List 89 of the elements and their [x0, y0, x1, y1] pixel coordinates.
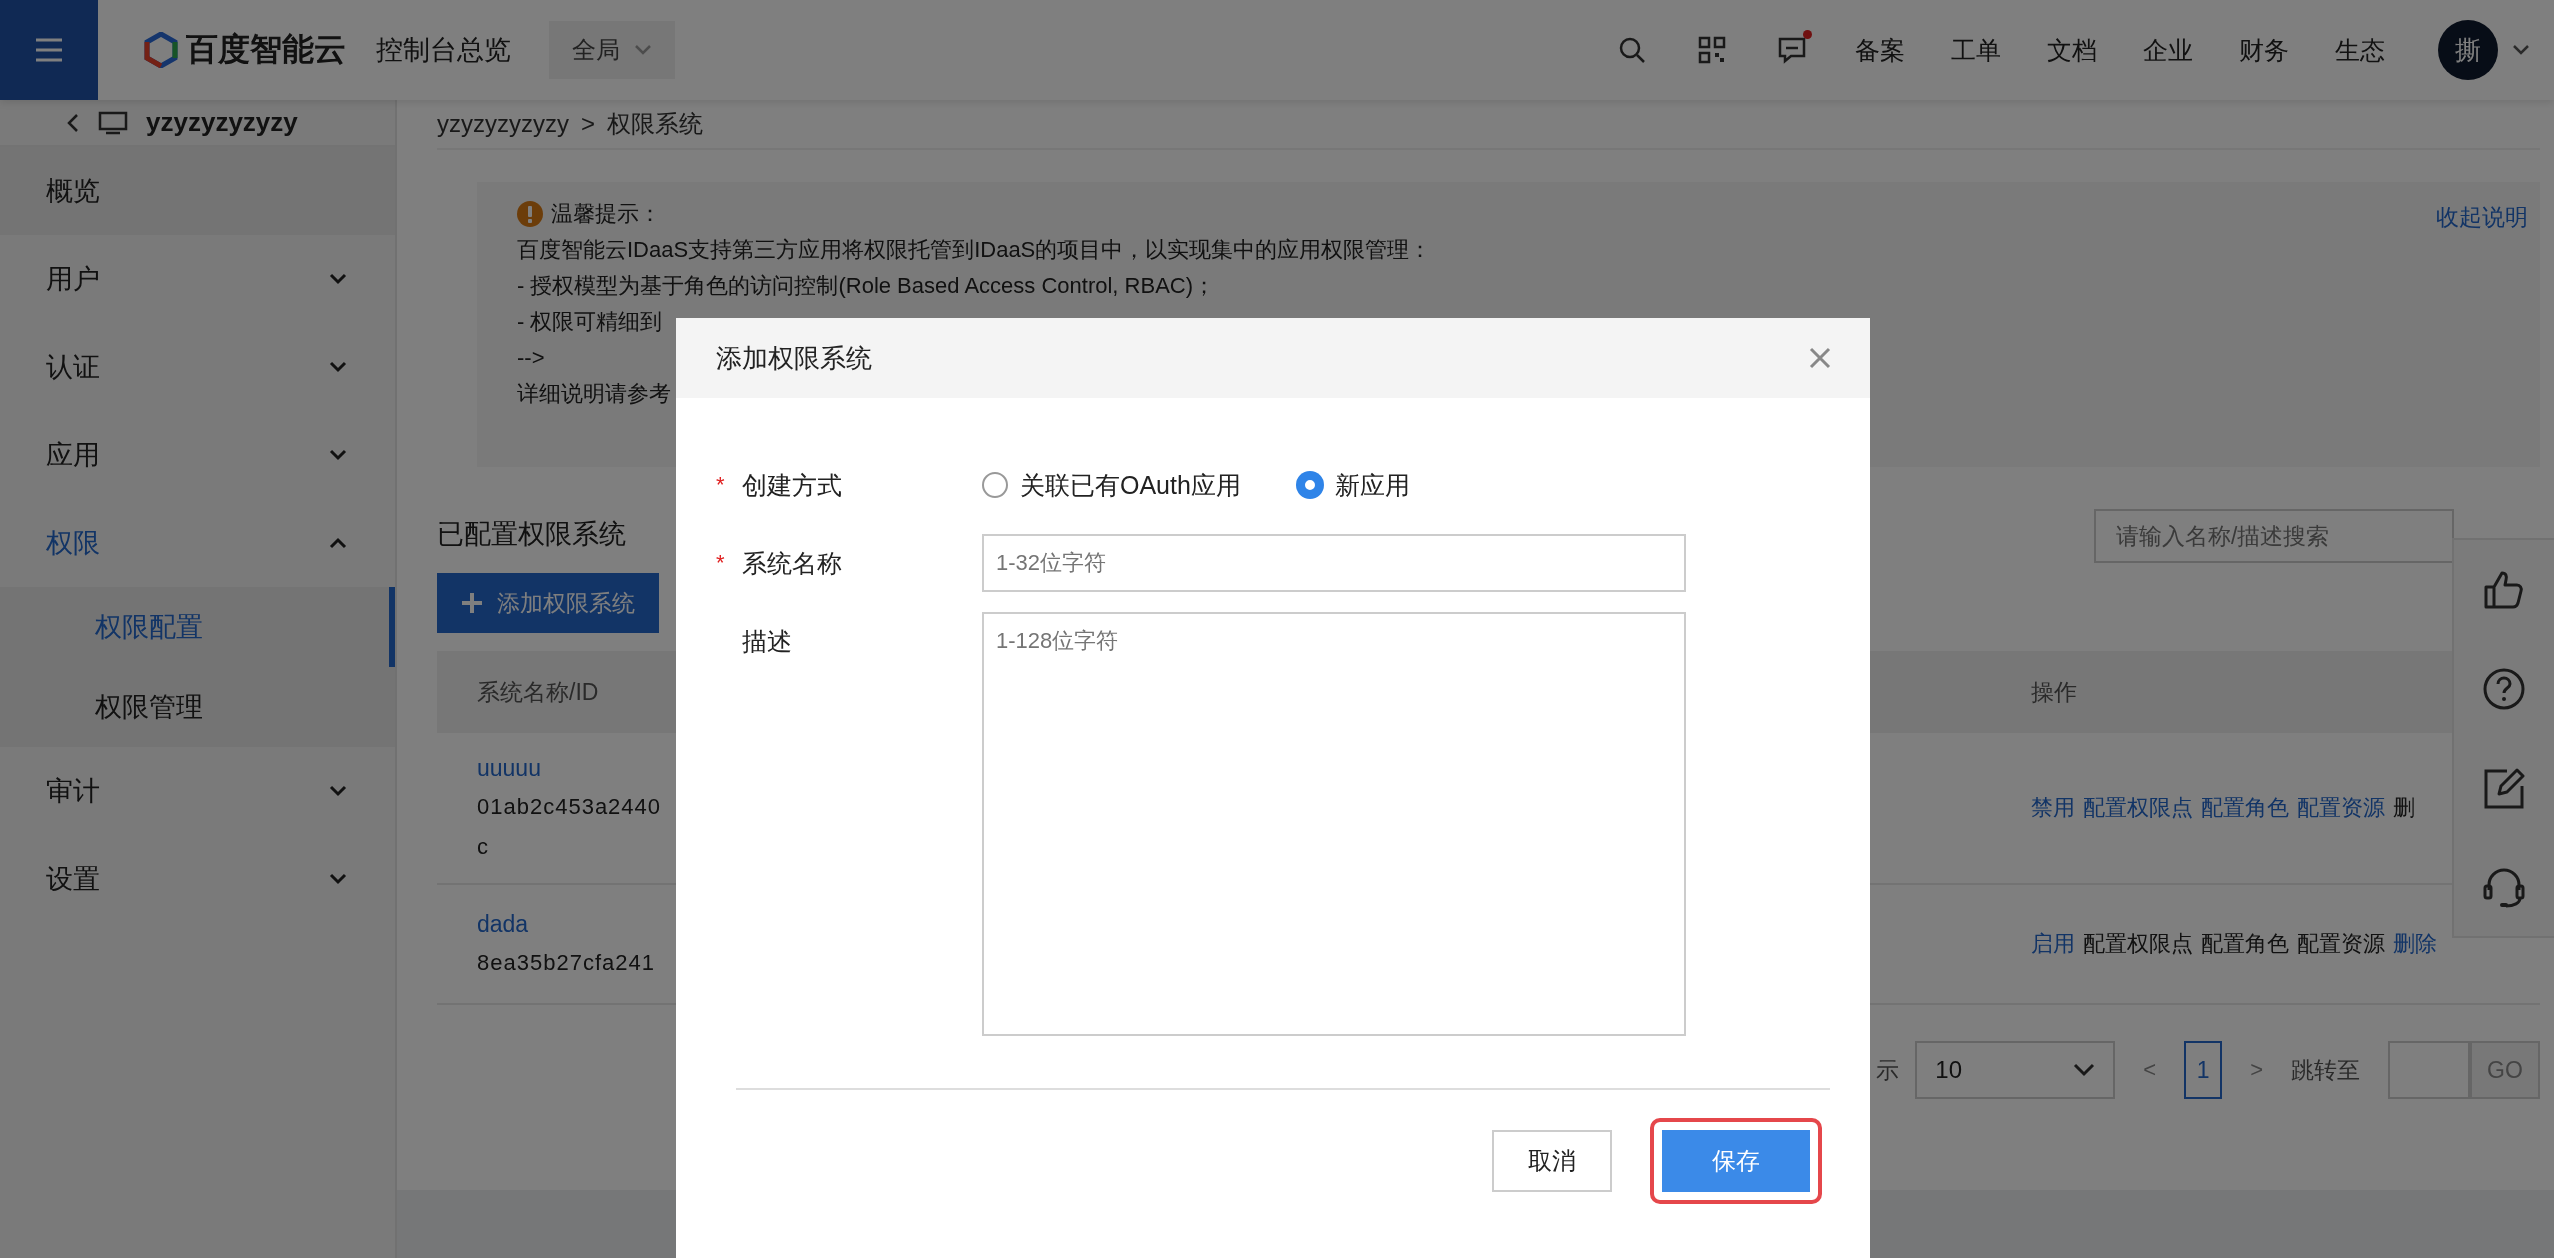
close-icon — [1809, 347, 1831, 369]
notice-text: - 授权模型为基于角色的访问控制(Role Based Access Control, RBAC)； — [517, 272, 1216, 300]
chevron-down-icon — [329, 273, 347, 285]
nav-link[interactable]: 生态 — [2335, 33, 2385, 67]
logo-icon — [144, 32, 178, 68]
column-header: 操作 — [2030, 677, 2077, 707]
description-field[interactable]: 1-128位字符 — [982, 612, 1686, 1036]
action-link[interactable]: 删除 — [2393, 929, 2437, 959]
action-link[interactable]: 配置资源 — [2297, 929, 2385, 959]
region-dropdown[interactable]: 全局 — [549, 21, 675, 79]
required-mark: * — [716, 472, 726, 498]
cancel-button[interactable]: 取消 — [1492, 1130, 1612, 1192]
nav-link[interactable]: 备案 — [1855, 33, 1905, 67]
notice-title: 温馨提示： — [551, 200, 661, 228]
action-link[interactable]: 配置角色 — [2201, 929, 2289, 959]
notice-text: --> — [517, 344, 545, 372]
notice-text: - 权限可精细到 — [517, 308, 663, 336]
previous-page-button[interactable]: < — [2143, 1057, 2157, 1083]
plus-icon — [461, 592, 483, 614]
radio-button[interactable] — [1296, 472, 1323, 498]
save-button[interactable]: 保存 — [1662, 1130, 1810, 1192]
field-label: 创建方式 — [742, 469, 842, 501]
breadcrumb-link[interactable]: 权限系统 — [607, 108, 703, 140]
brand-name: 百度智能云 — [186, 30, 346, 69]
radio-option[interactable]: 新应用 — [1296, 468, 1410, 502]
message-icon — [1777, 35, 1807, 65]
menu-icon — [34, 37, 64, 63]
action-link[interactable]: 禁用 — [2031, 793, 2075, 823]
sidebar-item[interactable]: 设置 — [0, 835, 395, 923]
notice-text: 详细说明请参考 — [517, 380, 671, 408]
nav-link[interactable]: 工单 — [1951, 33, 2001, 67]
column-header: 系统名称/ID — [476, 677, 600, 707]
project-name: yzyzyzyzyzy — [146, 107, 298, 138]
sidebar-subitem[interactable]: 权限管理 — [0, 667, 395, 747]
sidebar-item[interactable]: 认证 — [0, 323, 395, 411]
edit-icon — [2483, 766, 2525, 809]
nav-link[interactable]: 企业 — [2143, 33, 2193, 67]
add-button[interactable]: 添加权限系统 — [437, 573, 659, 633]
action-link[interactable]: 配置角色 — [2201, 793, 2289, 823]
action-link[interactable]: 配置权限点 — [2083, 793, 2193, 823]
notice-text: 百度智能云IDaaS支持第三方应用将权限托管到IDaaS的项目中，以实现集中的应用权限管理： — [517, 236, 1432, 264]
breadcrumb-link[interactable]: yzyzyzyzyzy — [437, 110, 569, 138]
field-label: 系统名称 — [742, 547, 842, 579]
caret-icon — [2512, 44, 2530, 56]
console-link[interactable]: 控制台总览 — [376, 32, 511, 68]
breadcrumb-separator: > — [581, 110, 595, 138]
chevron-down-icon — [329, 449, 347, 461]
action-link[interactable]: 配置权限点 — [2083, 929, 2193, 959]
page-number-field[interactable] — [2388, 1041, 2470, 1099]
sidebar-item[interactable]: 权限 — [0, 499, 395, 587]
grid-icon — [1698, 36, 1726, 64]
sidebar-item[interactable]: 用户 — [0, 235, 395, 323]
sidebar-item[interactable]: 审计 — [0, 747, 395, 835]
action-link[interactable]: 删 — [2393, 793, 2415, 823]
action-link[interactable]: 配置资源 — [2297, 793, 2385, 823]
chevron-up-icon — [329, 537, 347, 549]
jump-label: 跳转至 — [2291, 1055, 2360, 1085]
search-field[interactable]: 请输入名称/描述搜索 — [2094, 509, 2454, 563]
radio-option[interactable]: 关联已有OAuth应用 — [982, 468, 1241, 502]
page-button[interactable]: 1 — [2184, 1041, 2223, 1099]
action-link[interactable]: 启用 — [2031, 929, 2075, 959]
sidebar-item[interactable]: 应用 — [0, 411, 395, 499]
radio-button[interactable] — [982, 472, 1008, 498]
field-label: 描述 — [742, 625, 792, 657]
nav-link[interactable]: 财务 — [2239, 33, 2289, 67]
chevron-down-icon — [329, 361, 347, 373]
system-id: c — [477, 833, 490, 861]
nav-link[interactable]: 文档 — [2047, 33, 2097, 67]
warning-icon — [517, 201, 543, 227]
back-icon — [66, 111, 80, 134]
dialog-title: 添加权限系统 — [716, 341, 872, 375]
section-title: 已配置权限系统 — [437, 518, 627, 551]
required-mark: * — [716, 550, 726, 576]
system-id: 01ab2c453a2440 — [477, 793, 663, 821]
next-page-button[interactable]: > — [2250, 1057, 2263, 1083]
system-id: 8ea35b27cfa241 — [477, 949, 656, 977]
monitor-icon — [98, 110, 128, 135]
sidebar-item[interactable]: 概览 — [0, 147, 395, 235]
caret-icon — [634, 44, 652, 56]
name-field[interactable]: 1-32位字符 — [982, 534, 1686, 592]
user-avatar[interactable]: 撕 — [2438, 20, 2498, 80]
page-size-dropdown[interactable]: 10 — [1915, 1041, 2116, 1099]
chevron-down-icon — [329, 873, 347, 885]
chevron-down-icon — [2073, 1063, 2096, 1077]
collapse-link[interactable]: 收起说明 — [2436, 202, 2528, 467]
help-icon — [2483, 667, 2525, 710]
chevron-down-icon — [329, 785, 347, 797]
search-icon — [1617, 35, 1647, 65]
page-size-label: 示 — [1876, 1055, 1900, 1085]
